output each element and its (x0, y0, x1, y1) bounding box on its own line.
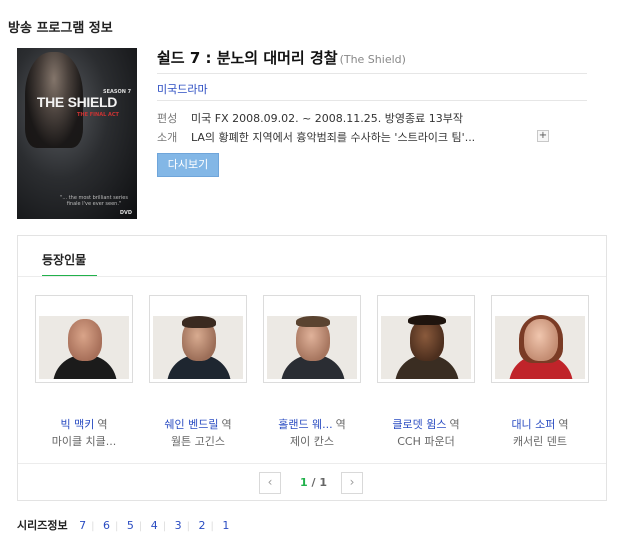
prev-page-button[interactable]: ‹ (259, 472, 281, 494)
actor-photo (495, 299, 585, 379)
role-suffix: 역 (221, 418, 232, 431)
divider (157, 73, 587, 74)
tab-cast[interactable]: 등장인물 (42, 251, 86, 268)
cast-card-photo[interactable] (149, 295, 247, 383)
section-title: 방송 프로그램 정보 (8, 21, 113, 36)
cast-role-name[interactable]: 홀랜드 웨... (278, 418, 332, 431)
cast-role-name[interactable]: 빅 맥키 (61, 418, 95, 431)
series-episode-link[interactable]: 3 (175, 519, 182, 532)
divider (157, 100, 587, 101)
cast-card-photo[interactable] (263, 295, 361, 383)
cast-actor[interactable]: 마이클 치클... (29, 433, 139, 449)
cast-panel: 등장인물 빅 맥키 역 마이클 치클... 쉐인 벤드릴 역 월튼 고긴스 홀랜드 … (17, 235, 607, 501)
broadcast-label: 편성 (157, 112, 178, 125)
role-suffix: 역 (558, 418, 569, 431)
series-label: 시리즈정보 (17, 519, 68, 532)
series-episode-link[interactable]: 2 (198, 519, 205, 532)
series-info: 시리즈정보 7 | 6 | 5 | 4 | 3 | 2 | 1 (17, 517, 229, 533)
cast-card-photo[interactable] (35, 295, 133, 383)
program-title-text[interactable]: 쉴드 7 : 분노의 대머리 경찰 (157, 49, 338, 67)
cast-actor[interactable]: 캐서린 덴트 (485, 433, 595, 449)
separator: | (138, 521, 143, 532)
series-episode-link[interactable]: 5 (127, 519, 134, 532)
separator: | (210, 521, 214, 532)
series-episode-link[interactable]: 6 (103, 519, 110, 532)
cast-role[interactable]: 대니 소퍼 역 (485, 416, 595, 432)
cast-actor[interactable]: CCH 파운더 (371, 433, 481, 449)
broadcast-row: 편성 미국 FX 2008.09.02. ~ 2008.11.25. 방영종료 1… (157, 110, 463, 126)
synopsis-row: 소개 LA의 황폐한 지역에서 흉악범죄를 수사하는 '스트라이크 팀'... (157, 129, 475, 145)
cast-role-name[interactable]: 대니 소퍼 (511, 418, 555, 431)
chevron-left-icon: ‹ (267, 475, 273, 489)
cast-role[interactable]: 빅 맥키 역 (29, 416, 139, 432)
cast-card-photo[interactable] (377, 295, 475, 383)
program-original-title: (The Shield) (339, 53, 406, 66)
separator: | (114, 521, 119, 532)
synopsis-label: 소개 (157, 131, 178, 144)
divider (18, 276, 606, 277)
page-separator: / (311, 476, 316, 489)
series-episode-link[interactable]: 1 (222, 519, 229, 532)
series-episode-link[interactable]: 7 (79, 519, 86, 532)
role-suffix: 역 (97, 418, 108, 431)
cast-role-name[interactable]: 쉐인 벤드릴 (164, 418, 218, 431)
current-page: 1 (300, 476, 308, 489)
broadcast-value: 미국 FX 2008.09.02. ~ 2008.11.25. 방영종료 13부… (191, 112, 463, 125)
poster-title: THE SHIELD (36, 94, 118, 110)
separator: | (162, 521, 167, 532)
poster-tagline: THE FINAL ACT (77, 112, 119, 118)
genre-link[interactable]: 미국드라마 (157, 81, 208, 97)
cast-card-photo[interactable] (491, 295, 589, 383)
cast-role-name[interactable]: 클로뎃 윔스 (392, 418, 446, 431)
chevron-right-icon: › (349, 475, 355, 489)
synopsis-value: LA의 황폐한 지역에서 흉악범죄를 수사하는 '스트라이크 팀'... (191, 131, 476, 144)
role-suffix: 역 (335, 418, 346, 431)
next-page-button[interactable]: › (341, 472, 363, 494)
expand-synopsis-button[interactable]: + (537, 130, 549, 142)
actor-photo (381, 299, 471, 379)
page-indicator: 1 / 1 (300, 476, 327, 489)
cast-actor[interactable]: 월튼 고긴스 (143, 433, 253, 449)
program-poster[interactable]: SEASON 7 THE SHIELD THE FINAL ACT "... t… (17, 48, 137, 219)
actor-photo (267, 299, 357, 379)
poster-quote: "... the most brilliant series finale I'… (60, 195, 128, 207)
rewatch-button[interactable]: 다시보기 (157, 153, 219, 177)
separator: | (186, 521, 190, 532)
cast-actor[interactable]: 제이 칸스 (257, 433, 367, 449)
actor-photo (39, 299, 129, 379)
cast-role[interactable]: 쉐인 벤드릴 역 (143, 416, 253, 432)
program-title[interactable]: 쉴드 7 : 분노의 대머리 경찰 (The Shield) (157, 47, 406, 68)
cast-role[interactable]: 홀랜드 웨... 역 (257, 416, 367, 432)
role-suffix: 역 (449, 418, 460, 431)
actor-photo (153, 299, 243, 379)
poster-format: DVD (119, 210, 132, 216)
cast-role[interactable]: 클로뎃 윔스 역 (371, 416, 481, 432)
separator: | (91, 521, 95, 532)
series-episode-link[interactable]: 4 (151, 519, 158, 532)
total-pages: 1 (319, 476, 328, 489)
divider (18, 463, 606, 464)
